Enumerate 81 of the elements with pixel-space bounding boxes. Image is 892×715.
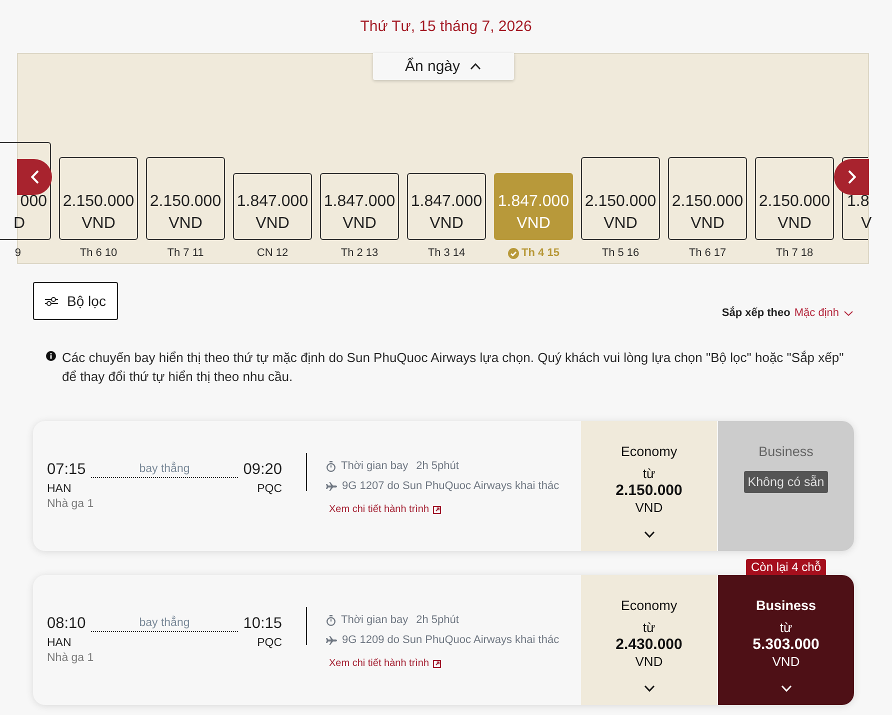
day-label: Th 5 16	[602, 247, 640, 259]
scroll-left-button[interactable]	[17, 159, 52, 195]
duration-label: Thời gian bay	[341, 613, 408, 628]
chevron-down-icon	[844, 310, 853, 316]
arrival-time: 10:15	[243, 614, 282, 634]
fare-class-name: Business	[758, 443, 814, 461]
fare-price: 5.303.000	[752, 636, 820, 654]
flight-operator-info: 9G 1209 do Sun PhuQuoc Airways khai thác	[342, 633, 560, 648]
origin-code: HAN	[47, 636, 72, 651]
external-link-icon	[433, 660, 442, 668]
day-label: Th 6 10	[80, 247, 118, 259]
duration-value: 2h 5phút	[416, 459, 459, 474]
date-price-card[interactable]: 2.150.000 VND	[755, 157, 834, 240]
chevron-down-icon	[644, 531, 654, 538]
day-label: 9	[14, 247, 21, 259]
notice-text: Các chuyến bay hiển thị theo thứ tự mặc định do Sun PhuQuoc Airways lựa chọn. Quý khách vui lòng lựa chọn "Bộ lọc" hoặc "Sắp xếp" để thay đổi thứ tự hiển thị theo nhu cầu.	[62, 349, 845, 386]
fare-price: 2.430.000	[616, 636, 682, 654]
currency-label: VND	[635, 500, 663, 516]
fare-column[interactable]: Economy từ 2.430.000 VND	[581, 575, 717, 705]
duration-label: Thời gian bay	[341, 459, 408, 474]
unavailable-badge: Không có sẵn	[744, 471, 828, 493]
check-circle-icon	[508, 248, 519, 258]
destination-code: PQC	[257, 482, 282, 497]
day-label: Th 6 17	[688, 247, 726, 259]
chevron-left-icon	[30, 170, 38, 184]
day-label: CN 12	[256, 247, 288, 259]
fare-column[interactable]: Business từ 5.303.000 VND	[718, 575, 854, 705]
stop-label: bay thẳng	[139, 616, 190, 630]
terminal-label: Nhà ga 1	[47, 651, 94, 665]
arrival-time: 09:20	[243, 460, 282, 480]
info-icon	[46, 351, 56, 361]
plane-icon	[326, 482, 337, 490]
external-link-icon	[433, 506, 442, 514]
fare-class-name: Business	[756, 597, 816, 615]
terminal-label: Nhà ga 1	[47, 497, 94, 511]
day-label: Th 2 13	[340, 247, 378, 259]
day-label: Th 7 18	[776, 247, 814, 259]
day-label: Th 7 11	[167, 247, 204, 259]
flight-operator-info: 9G 1207 do Sun PhuQuoc Airways khai thác	[342, 479, 560, 494]
departure-time: 08:10	[47, 614, 86, 634]
date-price-card[interactable]: 2.150.000 VND	[668, 157, 747, 240]
chevron-down-icon	[644, 685, 654, 692]
date-price-card[interactable]: 1.847.000 VND	[233, 173, 312, 240]
itinerary-details-link[interactable]: Xem chi tiết hành trình	[326, 503, 442, 517]
fare-column[interactable]: Business Không có sẵn	[718, 421, 854, 551]
hide-dates-toggle[interactable]: Ẩn ngày	[372, 53, 514, 80]
fare-column[interactable]: Economy từ 2.150.000 VND	[581, 421, 717, 551]
day-label: Th 4 15	[522, 247, 560, 259]
stopwatch-icon	[326, 614, 336, 626]
currency-label: VND	[772, 654, 800, 670]
chevron-down-icon	[780, 685, 792, 692]
fare-price: 2.150.000	[616, 482, 682, 500]
origin-code: HAN	[47, 482, 72, 497]
date-price-card[interactable]: 2.150.000 VND	[581, 157, 660, 240]
plane-icon	[326, 636, 337, 644]
date-price-card[interactable]: 1.847.000 VND	[407, 173, 486, 240]
departure-time: 07:15	[47, 460, 86, 480]
currency-label: VND	[635, 654, 663, 670]
sort-label: Sắp xếp theo	[722, 307, 790, 319]
filter-button[interactable]: Bộ lọc	[33, 282, 118, 320]
fare-class-name: Economy	[620, 597, 678, 615]
sliders-icon	[45, 296, 58, 306]
from-label: từ	[642, 465, 656, 483]
date-price-card[interactable]: 1.847.000 VND	[320, 173, 399, 240]
date-heading: Thứ Tư, 15 tháng 7, 2026	[360, 17, 532, 37]
from-label: từ	[642, 619, 656, 637]
from-label: từ	[780, 619, 792, 637]
chevron-up-icon	[470, 63, 482, 70]
date-price-card[interactable]: 2.150.000 VND	[146, 157, 225, 240]
itinerary-details-link[interactable]: Xem chi tiết hành trình	[326, 657, 442, 671]
stop-label: bay thẳng	[139, 462, 190, 476]
fare-class-name: Economy	[620, 443, 678, 461]
stopwatch-icon	[326, 460, 336, 472]
destination-code: PQC	[257, 636, 282, 651]
sort-dropdown[interactable]: Mặc định	[794, 307, 853, 319]
scroll-right-button[interactable]	[834, 159, 869, 195]
day-label: Th 3 14	[428, 247, 466, 259]
chevron-right-icon	[848, 170, 856, 184]
date-price-card[interactable]: 2.150.000 VND	[59, 157, 138, 240]
duration-value: 2h 5phút	[416, 613, 459, 628]
seats-left-badge: Còn lại 4 chỗ	[746, 559, 826, 575]
